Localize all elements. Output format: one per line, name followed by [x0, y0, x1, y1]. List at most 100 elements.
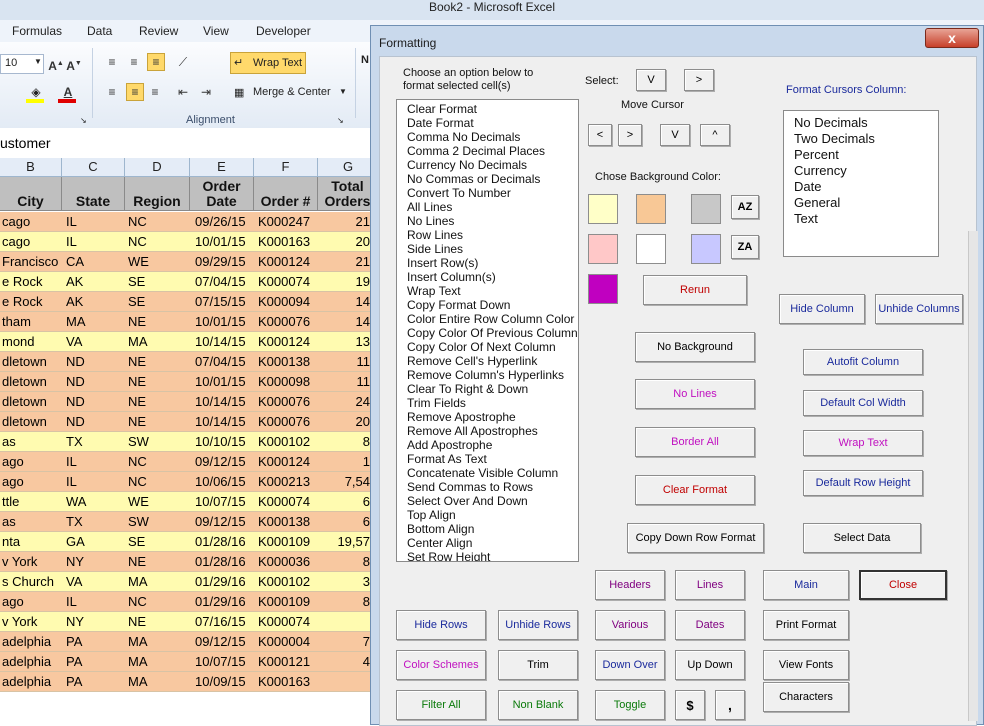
cell-state[interactable]: GA — [66, 532, 122, 552]
swatch-lavender[interactable] — [691, 234, 721, 264]
cell-total[interactable]: 11 — [320, 352, 371, 372]
list-item[interactable]: Copy Format Down — [397, 298, 578, 312]
cell-order[interactable]: K000163 — [258, 232, 318, 252]
cell-region[interactable]: MA — [128, 652, 186, 672]
filter-all-button[interactable]: Filter All — [396, 690, 486, 720]
increase-indent-icon[interactable]: ⇥ — [198, 84, 214, 100]
cell-state[interactable]: ND — [66, 392, 122, 412]
cell-total[interactable]: 8 — [320, 552, 370, 572]
cell-date[interactable]: 10/06/15 — [195, 472, 252, 492]
decrease-indent-icon[interactable]: ⇤ — [175, 84, 191, 100]
list-item[interactable]: Remove Apostrophe — [397, 410, 578, 424]
cell-date[interactable]: 10/07/15 — [195, 652, 252, 672]
cell-date[interactable]: 07/16/15 — [195, 612, 252, 632]
copy-down-row-format-button[interactable]: Copy Down Row Format — [627, 523, 764, 553]
move-up-button[interactable]: ^ — [700, 124, 730, 146]
format-options-list[interactable]: Clear Format Date Format Comma No Decimals… — [396, 99, 579, 562]
cell-city[interactable]: ago — [2, 452, 60, 472]
cell-date[interactable]: 09/29/15 — [195, 252, 252, 272]
table-row[interactable]: dletown ND NE 07/04/15 K000138 11 — [0, 352, 370, 372]
cell-total[interactable]: 11 — [320, 372, 371, 392]
cell-total[interactable]: 4 — [320, 652, 370, 672]
number-format-icon[interactable]: N — [361, 54, 369, 66]
cell-order[interactable]: K000213 — [258, 472, 318, 492]
cell-region[interactable]: NE — [128, 312, 186, 332]
list-item[interactable]: Currency — [784, 163, 938, 179]
cell-region[interactable]: NC — [128, 452, 186, 472]
swatch-gray[interactable] — [691, 194, 721, 224]
cell-city[interactable]: e Rock — [2, 272, 60, 292]
move-left-button[interactable]: < — [588, 124, 612, 146]
list-item[interactable]: Remove Column's Hyperlinks — [397, 368, 578, 382]
cell-state[interactable]: ND — [66, 412, 122, 432]
column-header-b[interactable]: B — [0, 158, 62, 177]
cell-date[interactable]: 01/28/16 — [195, 532, 252, 552]
table-row[interactable]: adelphia PA MA 10/07/15 K000121 4 — [0, 652, 370, 672]
table-row[interactable]: cago IL NC 10/01/15 K000163 20 — [0, 232, 370, 252]
list-item[interactable]: Set Row Height — [397, 550, 578, 561]
no-background-button[interactable]: No Background — [635, 332, 755, 362]
cell-state[interactable]: IL — [66, 472, 122, 492]
list-item[interactable]: Copy Color Of Next Column — [397, 340, 578, 354]
list-item[interactable]: Center Align — [397, 536, 578, 550]
column-header-d[interactable]: D — [125, 158, 190, 177]
trim-button[interactable]: Trim — [498, 650, 578, 680]
cell-city[interactable]: v York — [2, 552, 60, 572]
cell-city[interactable]: mond — [2, 332, 60, 352]
cell-state[interactable]: PA — [66, 652, 122, 672]
cell-region[interactable]: MA — [128, 672, 186, 692]
list-item[interactable]: Add Apostrophe — [397, 438, 578, 452]
column-header-e[interactable]: E — [190, 158, 254, 177]
table-row[interactable]: dletown ND NE 10/14/15 K000076 20 — [0, 412, 370, 432]
no-lines-button[interactable]: No Lines — [635, 379, 755, 409]
unhide-rows-button[interactable]: Unhide Rows — [498, 610, 578, 640]
wrap-text-button[interactable]: ↵ Wrap Text — [230, 52, 306, 74]
list-item[interactable]: Insert Column(s) — [397, 270, 578, 284]
cell-region[interactable]: NE — [128, 612, 186, 632]
list-item[interactable]: Copy Color Of Previous Column — [397, 326, 578, 340]
cell-total[interactable]: 14 — [320, 312, 370, 332]
select-data-button[interactable]: Select Data — [803, 523, 921, 553]
cell-date[interactable]: 01/29/16 — [195, 592, 252, 612]
cell-date[interactable]: 10/01/15 — [195, 232, 252, 252]
table-row[interactable]: Francisco CA WE 09/29/15 K000124 21 — [0, 252, 370, 272]
list-item[interactable]: Clear To Right & Down — [397, 382, 578, 396]
cell-region[interactable]: SE — [128, 292, 186, 312]
list-item[interactable]: No Lines — [397, 214, 578, 228]
sort-za-button[interactable]: ZA — [731, 235, 759, 259]
cell-order[interactable]: K000102 — [258, 432, 318, 452]
cell-region[interactable]: SE — [128, 532, 186, 552]
cell-total[interactable]: 6 — [320, 512, 370, 532]
merge-center-button[interactable]: ▦ Merge & Center ▼ — [232, 82, 348, 104]
cell-order[interactable]: K000036 — [258, 552, 318, 572]
hide-column-button[interactable]: Hide Column — [779, 294, 865, 324]
list-item[interactable]: Insert Row(s) — [397, 256, 578, 270]
cell-state[interactable]: NY — [66, 612, 122, 632]
cell-order[interactable]: K000074 — [258, 612, 318, 632]
align-top-icon[interactable]: ≡ — [104, 54, 120, 70]
header-region[interactable]: Region — [125, 177, 190, 211]
table-row[interactable]: nta GA SE 01/28/16 K000109 19,57 — [0, 532, 370, 552]
cell-date[interactable]: 07/04/15 — [195, 352, 252, 372]
cell-region[interactable]: NE — [128, 412, 186, 432]
list-item[interactable]: Comma 2 Decimal Places — [397, 144, 578, 158]
cell-total[interactable]: 13 — [320, 332, 370, 352]
list-item[interactable]: Comma No Decimals — [397, 130, 578, 144]
close-button[interactable]: Close — [859, 570, 947, 600]
tab-review[interactable]: Review — [139, 24, 178, 38]
clear-format-button[interactable]: Clear Format — [635, 475, 755, 505]
list-item[interactable]: Send Commas to Rows — [397, 480, 578, 494]
font-size-box[interactable]: 10 ▼ — [0, 54, 44, 74]
close-icon[interactable]: x — [925, 28, 979, 48]
cell-date[interactable]: 07/04/15 — [195, 272, 252, 292]
select-right-button[interactable]: > — [684, 69, 714, 91]
cell-state[interactable]: MA — [66, 312, 122, 332]
cell-order[interactable]: K000076 — [258, 412, 318, 432]
cell-order[interactable]: K000004 — [258, 632, 318, 652]
rerun-button[interactable]: Rerun — [643, 275, 747, 305]
header-city[interactable]: City — [0, 177, 62, 211]
cell-order[interactable]: K000109 — [258, 532, 318, 552]
cell-date[interactable]: 10/07/15 — [195, 492, 252, 512]
cell-order[interactable]: K000109 — [258, 592, 318, 612]
non-blank-button[interactable]: Non Blank — [498, 690, 578, 720]
